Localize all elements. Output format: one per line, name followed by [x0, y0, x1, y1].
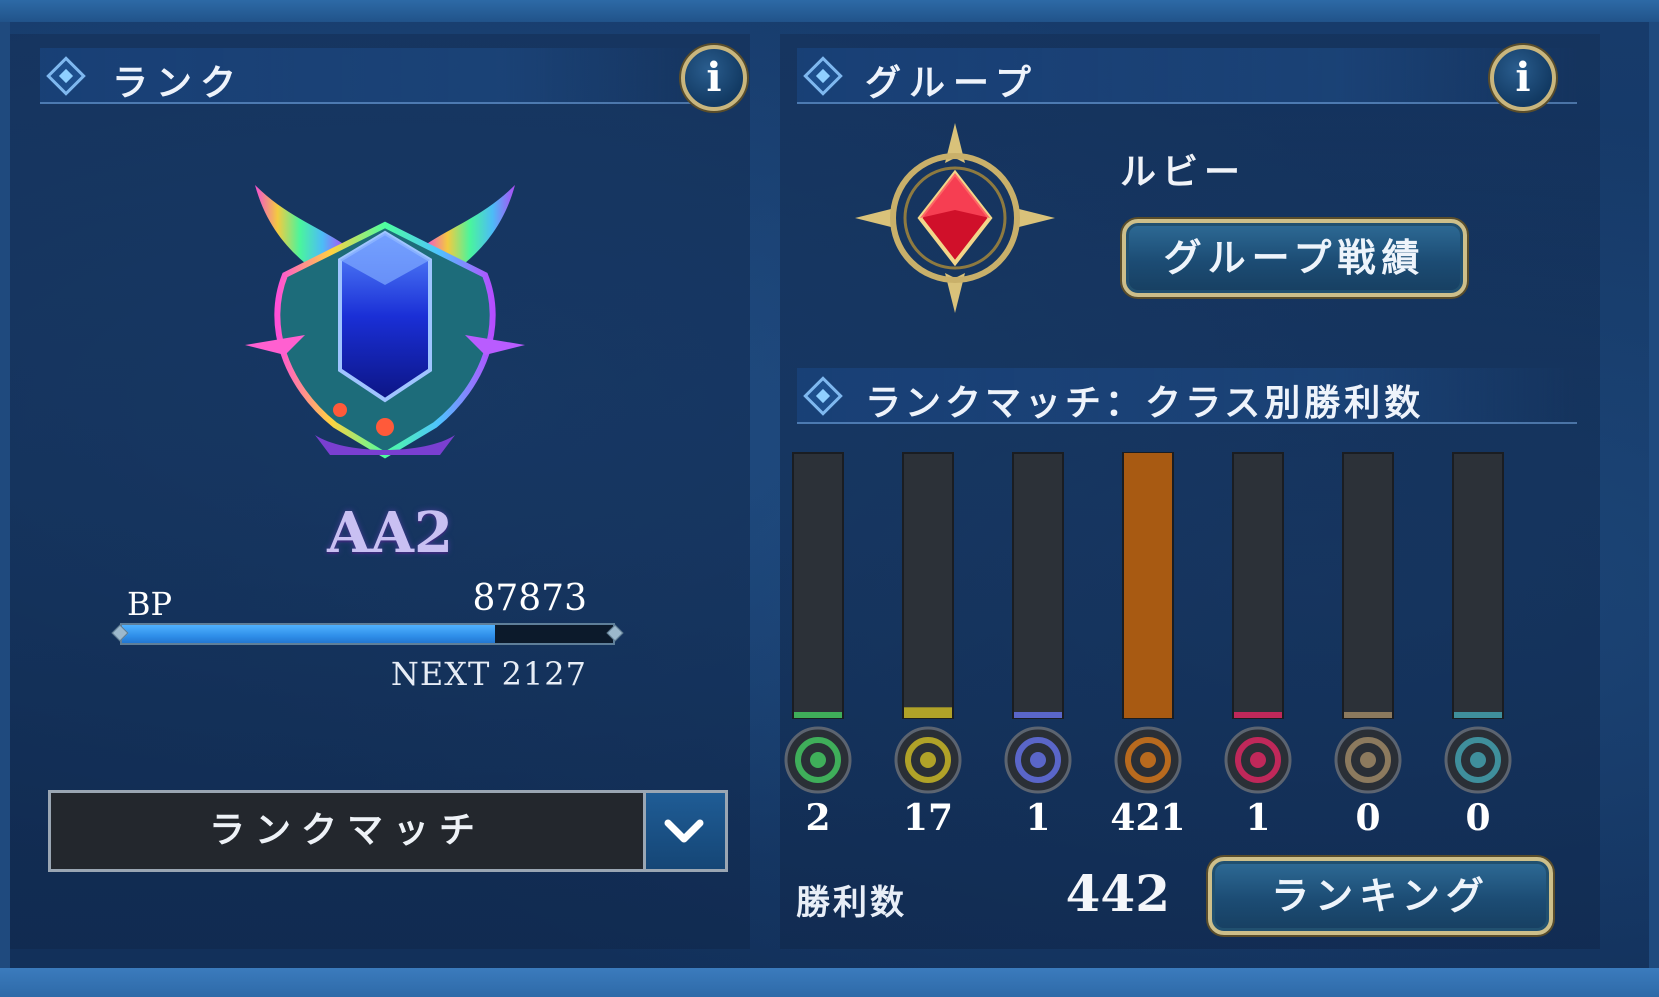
total-wins-label: 勝利数 [796, 883, 907, 923]
class-win-count: 17 [903, 797, 953, 839]
group-section-header: グループ [797, 48, 1577, 104]
group-name: ルビー [1120, 152, 1247, 193]
rank-section-header: ランク [40, 48, 700, 104]
bottom-frame [0, 968, 1659, 997]
class-win-count: 2 [805, 797, 830, 839]
class-wins-section-title: ランクマッチ：クラス別勝利数 [865, 383, 1425, 424]
bar-wings [1344, 712, 1392, 718]
bar-track [792, 452, 844, 719]
rank-info-button[interactable]: i [681, 45, 747, 111]
bar-track [902, 452, 954, 719]
class-wins-section-header: ランクマッチ：クラス別勝利数 [797, 368, 1577, 424]
class-win-count: 1 [1025, 797, 1050, 839]
bar-portal [1454, 712, 1502, 718]
portal-icon-core [1470, 752, 1486, 768]
demon-icon-core [1250, 752, 1266, 768]
chevron-down-icon [664, 819, 704, 843]
diamond-icon [46, 56, 86, 96]
class-win-count: 421 [1110, 797, 1185, 839]
match-mode-select[interactable]: ランクマッチ [48, 790, 728, 872]
ranking-button[interactable]: ランキング [1208, 857, 1553, 935]
class-win-count: 1 [1245, 797, 1270, 839]
top-frame [0, 0, 1659, 22]
bar-leaf [794, 712, 842, 718]
bar-crown [904, 707, 952, 718]
bar-hexagram [1014, 712, 1062, 718]
bar-dragon [1124, 453, 1172, 718]
bp-label: BP [127, 585, 173, 623]
total-wins-value: 442 [1065, 864, 1170, 923]
bp-progress-fill [122, 625, 496, 643]
bp-next: NEXT 2127 [390, 655, 587, 693]
diamond-icon [803, 56, 843, 96]
group-info-button[interactable]: i [1490, 45, 1556, 111]
rank-emblem [245, 185, 525, 459]
bp-progress-bar [111, 623, 624, 645]
ruby-emblem [855, 123, 1055, 313]
class-win-count: 0 [1465, 797, 1490, 839]
bar-demon [1234, 712, 1282, 718]
diamond-icon [803, 376, 843, 416]
info-icon: i [1515, 54, 1531, 101]
info-icon: i [706, 54, 722, 101]
dragon-icon-core [1140, 752, 1156, 768]
match-mode-value: ランクマッチ [208, 810, 485, 851]
group-section-title: グループ [865, 63, 1039, 104]
bp-value: 87873 [472, 578, 587, 619]
leaf-icon-core [810, 752, 826, 768]
class-win-count: 0 [1355, 797, 1380, 839]
bar-track [1452, 452, 1504, 719]
bar-track [1342, 452, 1394, 719]
bar-track [1012, 452, 1064, 719]
wings-icon-core [1360, 752, 1376, 768]
crown-icon-core [920, 752, 936, 768]
hexagram-icon-core [1030, 752, 1046, 768]
group-record-button[interactable]: グループ戦績 [1122, 219, 1467, 297]
bar-track [1232, 452, 1284, 719]
rank-name: AA2 [327, 500, 453, 566]
rank-section-title: ランク [112, 63, 245, 104]
match-mode-toggle[interactable] [643, 793, 725, 869]
